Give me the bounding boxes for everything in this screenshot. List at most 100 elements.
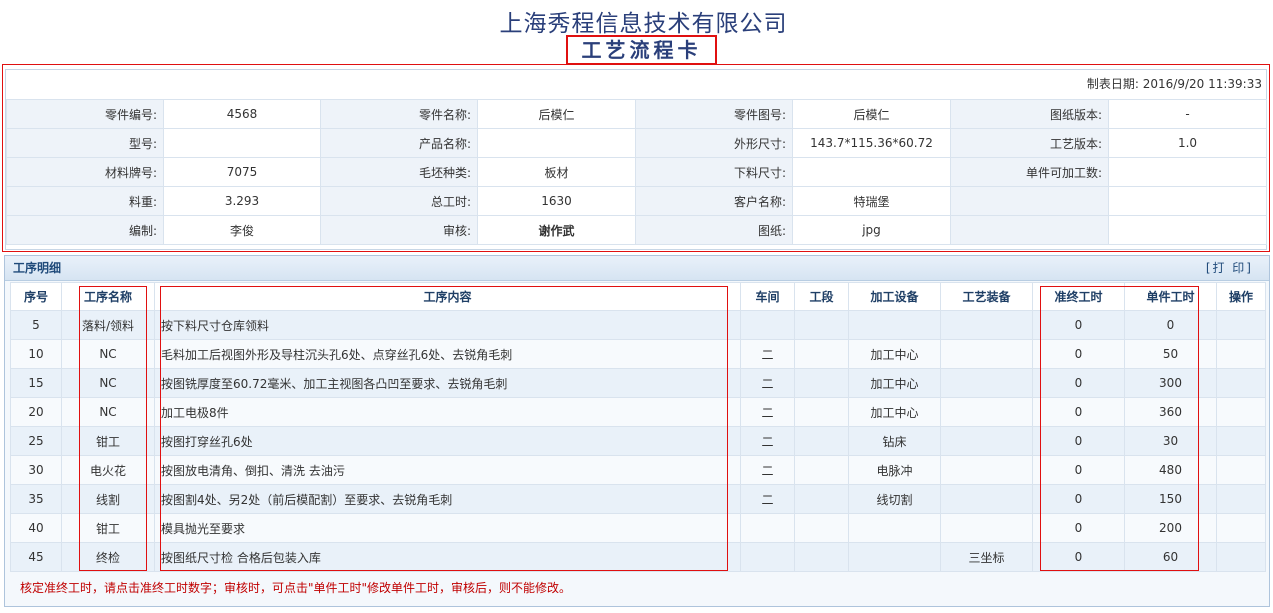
setup-hours-cell[interactable]: 0 bbox=[1032, 484, 1125, 514]
workshop-cell bbox=[740, 310, 795, 340]
table-row: 30 电火花 按图放电清角、倒扣、清洗 去油污二 电脉冲 0 480 bbox=[10, 455, 1266, 485]
info-value: 后模仁 bbox=[792, 99, 951, 129]
section-cell bbox=[794, 339, 849, 369]
workshop-cell: 二 bbox=[740, 368, 795, 398]
action-cell bbox=[1216, 310, 1266, 340]
info-row: 材料牌号: 7075 毛坯种类: 板材 下料尺寸: 单件可加工数: bbox=[6, 157, 1267, 187]
info-label: 客户名称: bbox=[635, 186, 793, 216]
unit-hours-cell[interactable]: 30 bbox=[1124, 426, 1217, 456]
unit-hours-cell[interactable]: 300 bbox=[1124, 368, 1217, 398]
tooling-cell bbox=[940, 455, 1033, 485]
seq-cell: 40 bbox=[10, 513, 62, 543]
setup-hours-cell[interactable]: 0 bbox=[1032, 310, 1125, 340]
workshop-cell: 二 bbox=[740, 484, 795, 514]
detail-title: 工序明细 bbox=[13, 261, 62, 275]
action-cell bbox=[1216, 426, 1266, 456]
process-name-cell: 钳工 bbox=[61, 426, 155, 456]
info-label: 编制: bbox=[6, 215, 164, 245]
process-name-cell: 电火花 bbox=[61, 455, 155, 485]
column-header: 工序名称 bbox=[61, 282, 155, 311]
instruction-note: 核定准终工时，请点击准终工时数字；审核时，可点击"单件工时"修改单件工时，审核后… bbox=[20, 581, 572, 595]
table-row: 40 钳工 模具抛光至要求 0 200 bbox=[10, 513, 1266, 543]
section-cell bbox=[794, 513, 849, 543]
setup-hours-cell[interactable]: 0 bbox=[1032, 339, 1125, 369]
info-value bbox=[163, 128, 321, 158]
info-value: 李俊 bbox=[163, 215, 321, 245]
process-name-cell: NC bbox=[61, 339, 155, 369]
workshop-cell bbox=[740, 542, 795, 572]
table-row: 15 NC 按图铣厚度至60.72毫米、加工主视图各凸凹至要求、去锐角毛刺二 加工中心… bbox=[10, 368, 1266, 398]
equipment-cell: 钻床 bbox=[848, 426, 941, 456]
info-value bbox=[792, 157, 951, 187]
column-header: 车间 bbox=[740, 282, 795, 311]
table-row: 35 线割 按图割4处、另2处（前后模配割）至要求、去锐角毛刺二 线切割 0 150 bbox=[10, 484, 1266, 514]
seq-cell: 30 bbox=[10, 455, 62, 485]
setup-hours-cell[interactable]: 0 bbox=[1032, 542, 1125, 572]
setup-hours-cell[interactable]: 0 bbox=[1032, 455, 1125, 485]
unit-hours-cell[interactable]: 60 bbox=[1124, 542, 1217, 572]
equipment-cell: 电脉冲 bbox=[848, 455, 941, 485]
table-row: 20 NC 加工电极8件二 加工中心 0 360 bbox=[10, 397, 1266, 427]
info-value: 谢作武 bbox=[477, 215, 636, 245]
setup-hours-cell[interactable]: 0 bbox=[1032, 397, 1125, 427]
info-row: 编制: 李俊 审核: 谢作武 图纸: jpg bbox=[6, 215, 1267, 245]
unit-hours-cell[interactable]: 0 bbox=[1124, 310, 1217, 340]
info-label: 零件图号: bbox=[635, 99, 793, 129]
equipment-cell bbox=[848, 513, 941, 543]
info-value bbox=[1108, 186, 1267, 216]
section-cell bbox=[794, 310, 849, 340]
section-cell bbox=[794, 397, 849, 427]
workshop-cell: 二 bbox=[740, 397, 795, 427]
process-content-cell: 按图割4处、另2处（前后模配割）至要求、去锐角毛刺 bbox=[154, 484, 741, 514]
card-title: 工艺流程卡 bbox=[566, 35, 717, 65]
info-label: 图纸: bbox=[635, 215, 793, 245]
process-content-cell: 加工电极8件 bbox=[154, 397, 741, 427]
info-label: 图纸版本: bbox=[950, 99, 1109, 129]
info-label: 外形尺寸: bbox=[635, 128, 793, 158]
action-cell bbox=[1216, 339, 1266, 369]
setup-hours-cell[interactable]: 0 bbox=[1032, 513, 1125, 543]
date-row: 制表日期: 2016/9/20 11:39:33 bbox=[5, 70, 1262, 98]
action-cell bbox=[1216, 455, 1266, 485]
process-content-cell: 模具抛光至要求 bbox=[154, 513, 741, 543]
unit-hours-cell[interactable]: 480 bbox=[1124, 455, 1217, 485]
process-content-cell: 按图纸尺寸检 合格后包装入库 bbox=[154, 542, 741, 572]
info-label: 下料尺寸: bbox=[635, 157, 793, 187]
workshop-cell: 二 bbox=[740, 339, 795, 369]
tooling-cell bbox=[940, 310, 1033, 340]
process-content-cell: 毛料加工后视图外形及导柱沉头孔6处、点穿丝孔6处、去锐角毛刺 bbox=[154, 339, 741, 369]
section-cell bbox=[794, 455, 849, 485]
seq-cell: 20 bbox=[10, 397, 62, 427]
unit-hours-cell[interactable]: 200 bbox=[1124, 513, 1217, 543]
seq-cell: 5 bbox=[10, 310, 62, 340]
info-value: 后模仁 bbox=[477, 99, 636, 129]
print-button[interactable]: [打 印] bbox=[1206, 256, 1253, 280]
seq-cell: 15 bbox=[10, 368, 62, 398]
info-value: jpg bbox=[792, 215, 951, 245]
seq-cell: 35 bbox=[10, 484, 62, 514]
column-header: 加工设备 bbox=[848, 282, 941, 311]
tooling-cell bbox=[940, 484, 1033, 514]
info-row: 料重: 3.293 总工时: 1630 客户名称: 特瑞堡 bbox=[6, 186, 1267, 216]
info-label: 工艺版本: bbox=[950, 128, 1109, 158]
info-row: 型号: 产品名称: 外形尺寸: 143.7*115.36*60.72 工艺版本: 1.0 bbox=[6, 128, 1267, 158]
unit-hours-cell[interactable]: 50 bbox=[1124, 339, 1217, 369]
info-label: 型号: bbox=[6, 128, 164, 158]
info-label bbox=[950, 215, 1109, 245]
setup-hours-cell[interactable]: 0 bbox=[1032, 426, 1125, 456]
process-content-cell: 按图打穿丝孔6处 bbox=[154, 426, 741, 456]
info-label bbox=[950, 186, 1109, 216]
info-label: 料重: bbox=[6, 186, 164, 216]
info-label: 总工时: bbox=[320, 186, 478, 216]
info-label: 零件名称: bbox=[320, 99, 478, 129]
seq-cell: 45 bbox=[10, 542, 62, 572]
setup-hours-cell[interactable]: 0 bbox=[1032, 368, 1125, 398]
info-value bbox=[1108, 157, 1267, 187]
process-name-cell: 终检 bbox=[61, 542, 155, 572]
tooling-cell bbox=[940, 513, 1033, 543]
unit-hours-cell[interactable]: 150 bbox=[1124, 484, 1217, 514]
info-label: 产品名称: bbox=[320, 128, 478, 158]
equipment-cell bbox=[848, 310, 941, 340]
unit-hours-cell[interactable]: 360 bbox=[1124, 397, 1217, 427]
column-header: 工段 bbox=[794, 282, 849, 311]
